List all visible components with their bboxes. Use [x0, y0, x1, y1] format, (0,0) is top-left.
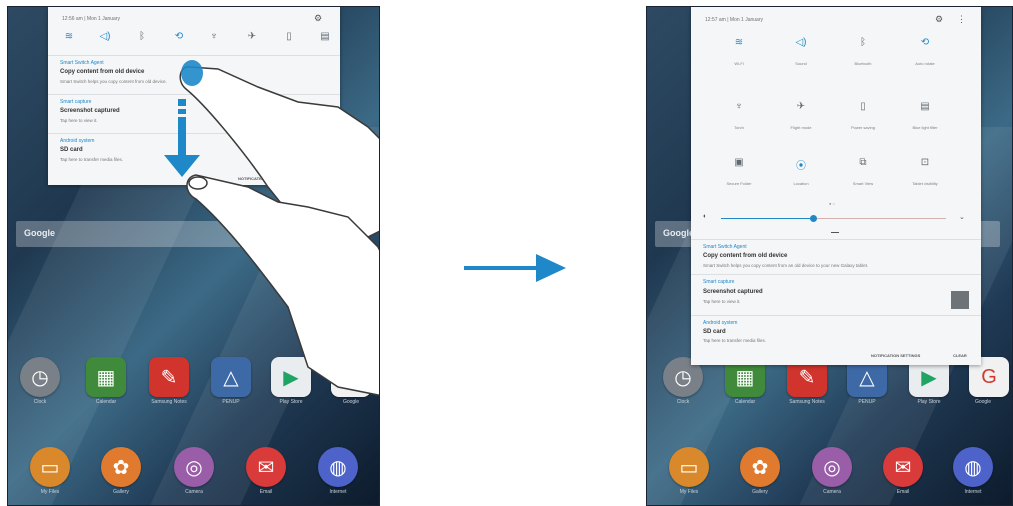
brightness-icon: ◐ — [703, 213, 708, 220]
secure-folder-icon[interactable]: ▣ — [728, 157, 750, 168]
page-indicator-dots: ● ○ — [829, 201, 835, 206]
more-options-icon[interactable]: ⋮ — [957, 14, 966, 25]
quick-setting-label: Wi-Fi — [734, 61, 744, 66]
app-label-calendar: Calendar — [734, 399, 756, 405]
sound-icon[interactable]: ◁) — [790, 37, 812, 48]
app-label-penup: PENUP — [858, 399, 876, 405]
airplane-icon[interactable]: ✈ — [790, 101, 812, 112]
right-tablet-screen: Google ◷ ▦ ✎ △ ▶ G Clock Calendar Samsun… — [646, 6, 1013, 506]
notification-title: SD card — [703, 329, 726, 335]
gallery-app-icon[interactable]: ✿ — [740, 447, 780, 487]
notification-body: Tap here to view it. — [703, 299, 741, 304]
app-label-internet: Internet — [964, 489, 982, 495]
app-label-my-files: My Files — [679, 489, 699, 495]
wifi-icon[interactable]: ≋ — [728, 37, 750, 48]
notification-body: Smart Switch helps you copy content from… — [703, 263, 869, 268]
notification-app-name: Android system — [703, 320, 738, 326]
notification-item[interactable]: Smart capture Screenshot captured Tap he… — [691, 274, 981, 315]
quick-setting-label: Auto rotate — [915, 61, 935, 66]
app-label-samsung-notes: Samsung Notes — [789, 399, 825, 405]
drag-handle[interactable] — [831, 232, 839, 233]
quick-setting-label: Torch — [734, 125, 744, 130]
quick-setting-label: Tablet visibility — [912, 181, 938, 186]
settings-gear-icon[interactable]: ⚙ — [935, 14, 943, 25]
quick-setting-label: Power saving — [850, 125, 875, 130]
clear-button[interactable]: CLEAR — [953, 353, 967, 358]
notification-title: Copy content from old device — [703, 253, 788, 259]
app-label-email: Email — [896, 489, 910, 495]
status-time-date: 12:57 am | Mon 1 January — [705, 17, 763, 23]
quick-setting-label: Sound — [795, 61, 807, 66]
app-label-camera: Camera — [823, 489, 841, 495]
notification-title: Screenshot captured — [703, 289, 763, 295]
brightness-slider-thumb[interactable] — [810, 215, 818, 222]
notification-app-name: Smart capture — [703, 279, 735, 285]
email-app-icon[interactable]: ✉ — [883, 447, 923, 487]
location-icon[interactable]: ⦿ — [790, 157, 812, 172]
chevron-down-icon[interactable]: ⌄ — [959, 213, 965, 221]
transition-arrow-icon — [464, 254, 566, 282]
notification-app-name: Smart Switch Agent — [703, 244, 747, 250]
app-label-google: Google — [974, 399, 992, 405]
quick-setting-label: Flight mode — [790, 125, 812, 130]
notification-item[interactable]: Smart Switch Agent Copy content from old… — [691, 239, 981, 274]
search-bar-label: Google — [663, 228, 694, 238]
swipe-down-gesture-illustration — [164, 60, 379, 396]
quick-setting-label: Location — [793, 181, 809, 186]
notification-settings-button[interactable]: NOTIFICATION SETTINGS — [871, 353, 920, 358]
app-label-clock: Clock — [676, 399, 690, 405]
auto-rotate-icon[interactable]: ⟲ — [914, 37, 936, 48]
notification-item[interactable]: Android system SD card Tap here to trans… — [691, 315, 981, 348]
quick-setting-label: Secure Folder — [726, 181, 752, 186]
quick-setting-label: Smart View — [852, 181, 874, 186]
blue-light-filter-icon[interactable]: ▤ — [914, 101, 936, 112]
bluetooth-icon[interactable]: ᛒ — [852, 37, 874, 48]
left-tablet-screen: Google ◷ ▦ ✎ △ ▶ G Clock Calendar Samsun… — [7, 6, 380, 506]
app-label-play-store: Play Store — [917, 399, 941, 405]
power-saving-icon[interactable]: ▯ — [852, 101, 874, 112]
tablet-visibility-icon[interactable]: ⊡ — [914, 157, 936, 168]
my-files-app-icon[interactable]: ▭ — [669, 447, 709, 487]
quick-settings-panel: 12:57 am | Mon 1 January ⚙ ⋮ ≋ Wi-Fi ◁) Sou… — [691, 7, 981, 365]
app-label-gallery: Gallery — [752, 489, 768, 495]
torch-icon[interactable]: ♆ — [728, 101, 750, 112]
brightness-slider[interactable] — [721, 215, 946, 222]
notification-body: Tap here to transfer media files. — [703, 338, 767, 343]
quick-setting-label: Bluetooth — [854, 61, 872, 66]
smart-view-icon[interactable]: ⧉ — [852, 157, 874, 168]
screenshot-thumbnail[interactable] — [951, 291, 969, 309]
brightness-slider-fill — [721, 218, 814, 219]
quick-setting-label: Blue light filter — [912, 125, 938, 130]
internet-app-icon[interactable]: ◍ — [953, 447, 993, 487]
camera-app-icon[interactable]: ◎ — [812, 447, 852, 487]
down-arrow-icon — [164, 117, 200, 177]
